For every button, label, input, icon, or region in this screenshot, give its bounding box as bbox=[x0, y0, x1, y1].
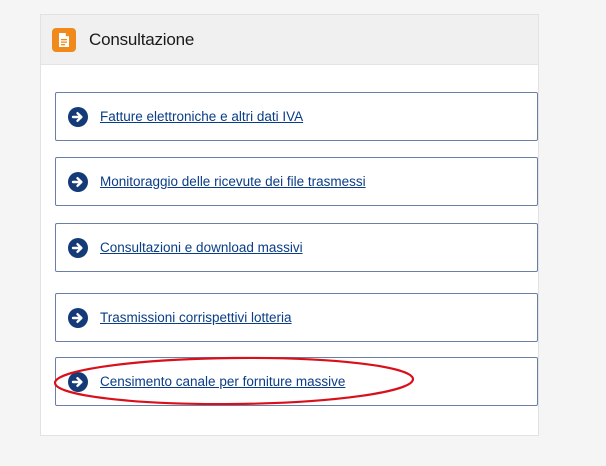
arrow-right-circle-icon bbox=[68, 237, 88, 258]
link-label[interactable]: Consultazioni e download massivi bbox=[100, 240, 303, 255]
link-fatture-elettroniche[interactable]: Fatture elettroniche e altri dati IVA bbox=[55, 92, 538, 141]
link-trasmissioni-corrispettivi[interactable]: Trasmissioni corrispettivi lotteria bbox=[55, 293, 538, 342]
link-label[interactable]: Fatture elettroniche e altri dati IVA bbox=[100, 109, 303, 124]
arrow-right-circle-icon bbox=[68, 106, 88, 127]
arrow-right-circle-icon bbox=[68, 171, 88, 192]
arrow-right-circle-icon bbox=[68, 307, 88, 328]
link-monitoraggio-ricevute[interactable]: Monitoraggio delle ricevute dei file tra… bbox=[55, 157, 538, 206]
link-label[interactable]: Monitoraggio delle ricevute dei file tra… bbox=[100, 174, 366, 189]
link-consultazioni-download[interactable]: Consultazioni e download massivi bbox=[55, 223, 538, 272]
link-label[interactable]: Trasmissioni corrispettivi lotteria bbox=[100, 310, 292, 325]
panel-header: Consultazione bbox=[41, 15, 538, 65]
panel-title: Consultazione bbox=[89, 29, 195, 49]
document-icon bbox=[52, 27, 76, 52]
consultazione-panel: Consultazione Fatture elettroniche e alt… bbox=[40, 14, 539, 436]
arrow-right-circle-icon bbox=[68, 371, 88, 392]
link-censimento-canale[interactable]: Censimento canale per forniture massive bbox=[55, 357, 538, 406]
link-label[interactable]: Censimento canale per forniture massive bbox=[100, 374, 345, 389]
